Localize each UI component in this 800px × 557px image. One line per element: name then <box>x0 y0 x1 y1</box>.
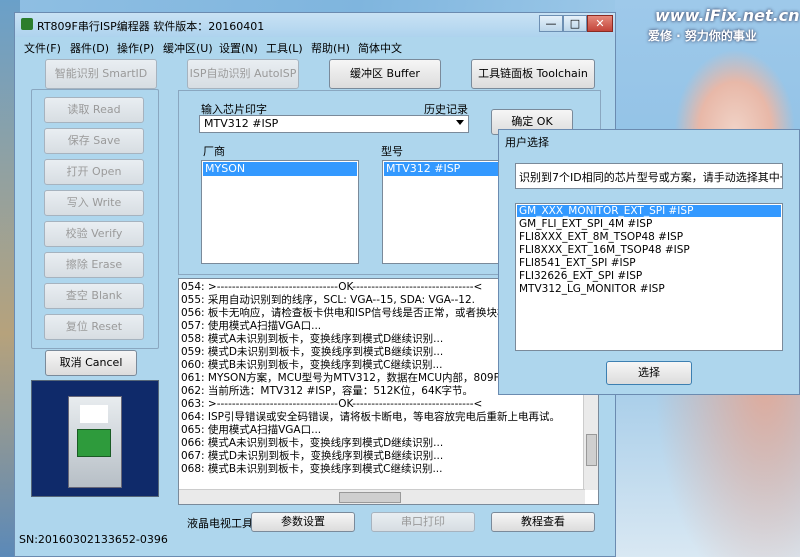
verify-button[interactable]: 校验 Verify <box>44 221 144 247</box>
log-line: 065: 使用模式A扫描VGA口... <box>181 424 322 436</box>
list-item[interactable]: MTV312 #ISP <box>384 162 505 176</box>
blank-button[interactable]: 查空 Blank <box>44 283 144 309</box>
menu-buffer[interactable]: 缓冲区(U) <box>163 40 213 56</box>
list-item[interactable]: FLI8541_EXT_SPI #ISP <box>517 257 781 269</box>
menu-operation[interactable]: 操作(P) <box>117 40 154 56</box>
list-item[interactable]: FLI8XXX_EXT_8M_TSOP48 #ISP <box>517 231 781 243</box>
dialog-message: 识别到7个ID相同的芯片型号或方案，请手动选择其中一个 <box>515 163 783 189</box>
list-item[interactable]: FLI8XXX_EXT_16M_TSOP48 #ISP <box>517 244 781 256</box>
model-list[interactable]: MTV312 #ISP <box>382 160 507 264</box>
open-button[interactable]: 打开 Open <box>44 159 144 185</box>
log-line: 066: 模式A未识别到板卡，变换线序到模式D继续识别... <box>181 437 444 449</box>
title-bar[interactable]: RT809F串行ISP编程器 软件版本：20160401 — □ ✕ <box>15 13 615 37</box>
menu-language[interactable]: 简体中文 <box>358 40 402 56</box>
scrollbar-thumb[interactable] <box>586 434 597 466</box>
serial-number-status: SN:20160302133652-0396 <box>19 533 168 546</box>
params-button[interactable]: 参数设置 <box>251 512 355 532</box>
menu-help[interactable]: 帮助(H) <box>311 40 350 56</box>
maximize-button[interactable]: □ <box>563 15 587 32</box>
read-button[interactable]: 读取 Read <box>44 97 144 123</box>
chip-name-value: MTV312 #ISP <box>204 117 279 130</box>
menu-file[interactable]: 文件(F) <box>24 40 61 56</box>
list-item[interactable]: GM_FLI_EXT_SPI_4M #ISP <box>517 218 781 230</box>
menu-bar: 文件(F) 器件(D) 操作(P) 缓冲区(U) 设置(N) 工具(L) 帮助(… <box>15 37 615 55</box>
toolchain-button[interactable]: 工具链面板 Toolchain <box>471 59 595 89</box>
window-title: RT809F串行ISP编程器 软件版本：20160401 <box>37 20 265 33</box>
menu-settings[interactable]: 设置(N) <box>219 40 258 56</box>
dialog-title[interactable]: 用户选择 <box>505 134 549 150</box>
model-label: 型号 <box>381 145 403 158</box>
tutorial-button[interactable]: 教程查看 <box>491 512 595 532</box>
cancel-button[interactable]: 取消 Cancel <box>45 350 137 376</box>
erase-button[interactable]: 擦除 Erase <box>44 252 144 278</box>
programmer-sticker <box>80 405 108 423</box>
auto-isp-button[interactable]: ISP自动识别 AutoISP <box>187 59 299 89</box>
log-line: 064: ISP引导错误或安全码错误，请将板卡断电，等电容放完电后重新上电再试。 <box>181 411 561 423</box>
watermark-slogan: 爱修 · 努力你的事业 <box>648 29 757 43</box>
list-item[interactable]: GM_XXX_MONITOR_EXT_SPI #ISP <box>517 205 781 217</box>
log-line: 067: 模式D未识别到板卡，变换线序到模式B继续识别... <box>181 450 444 462</box>
serial-print-button[interactable]: 串口打印 <box>371 512 475 532</box>
user-select-dialog: 用户选择 识别到7个ID相同的芯片型号或方案，请手动选择其中一个 GM_XXX_… <box>498 129 800 395</box>
list-item[interactable]: FLI32626_EXT_SPI #ISP <box>517 270 781 282</box>
chip-candidate-list[interactable]: GM_XXX_MONITOR_EXT_SPI #ISP GM_FLI_EXT_SP… <box>515 203 783 351</box>
close-button[interactable]: ✕ <box>587 15 613 32</box>
app-icon <box>21 18 33 30</box>
programmer-photo <box>31 380 159 497</box>
chip-name-select[interactable]: MTV312 #ISP <box>199 115 469 133</box>
save-button[interactable]: 保存 Save <box>44 128 144 154</box>
log-line: 063: >--------------------------------OK… <box>181 398 483 410</box>
select-button[interactable]: 选择 <box>606 361 692 385</box>
lcd-tv-tools-label: 液晶电视工具 <box>187 517 253 530</box>
operation-panel: 读取 Read 保存 Save 打开 Open 写入 Write 校验 Veri… <box>31 89 159 349</box>
vendor-list[interactable]: MYSON <box>201 160 359 264</box>
list-item[interactable]: MYSON <box>203 162 357 176</box>
zif-socket <box>77 429 111 457</box>
watermark-url: www.iFix.net.cn <box>655 6 800 25</box>
minimize-button[interactable]: — <box>539 15 563 32</box>
vendor-label: 厂商 <box>203 145 225 158</box>
reset-button[interactable]: 复位 Reset <box>44 314 144 340</box>
write-button[interactable]: 写入 Write <box>44 190 144 216</box>
log-line: 068: 模式B未识别到板卡，变换线序到模式C继续识别... <box>181 463 443 475</box>
list-item[interactable]: MTV312_LG_MONITOR #ISP <box>517 283 781 295</box>
menu-device[interactable]: 器件(D) <box>70 40 109 56</box>
log-horizontal-scrollbar[interactable] <box>179 489 585 504</box>
buffer-button[interactable]: 缓冲区 Buffer <box>329 59 441 89</box>
smart-id-button[interactable]: 智能识别 SmartID <box>45 59 157 89</box>
scrollbar-thumb[interactable] <box>339 492 401 503</box>
menu-tools[interactable]: 工具(L) <box>266 40 303 56</box>
chevron-down-icon[interactable] <box>456 120 464 125</box>
